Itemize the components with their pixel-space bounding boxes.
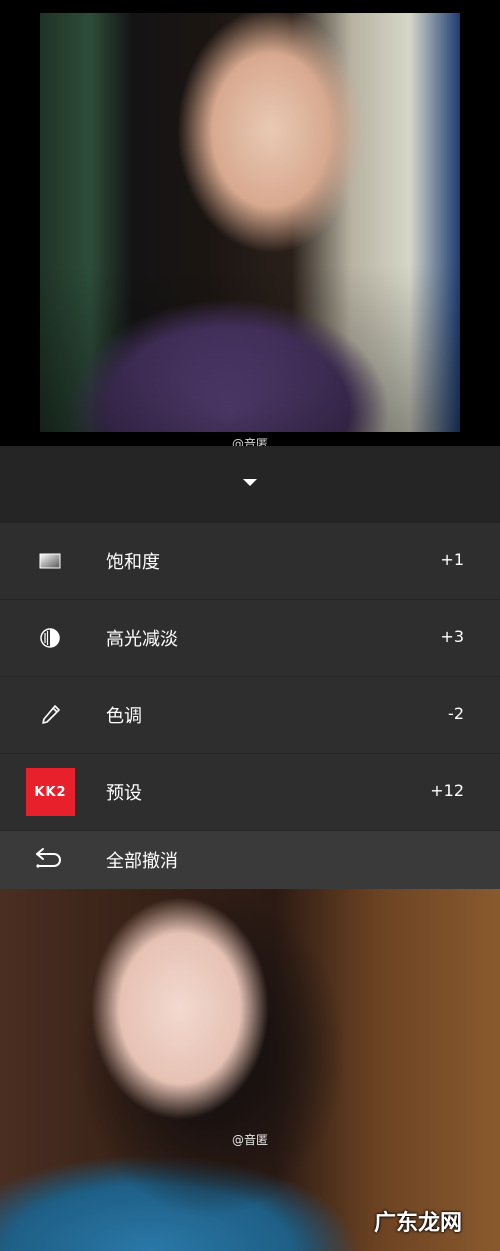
adjustment-value: +1: [440, 550, 464, 569]
adjustment-row-tone[interactable]: 色调 -2: [0, 677, 500, 754]
undo-all-label: 全部撤消: [106, 851, 178, 872]
photo-watermark: @音匿: [231, 1133, 268, 1147]
preset-icon: KK2: [26, 768, 75, 816]
adjustment-label: 高光减淡: [106, 629, 178, 650]
adjustment-label: 色调: [106, 706, 142, 727]
adjustment-value: +3: [440, 627, 464, 646]
adjustment-row-preset[interactable]: 预设 +12: [0, 754, 500, 831]
adjustment-row-saturation[interactable]: 饱和度 +1: [0, 523, 500, 600]
adjustment-label: 饱和度: [106, 552, 160, 573]
adjustment-value: +12: [430, 781, 464, 800]
top-photo-frame: [0, 0, 500, 446]
adjustment-label: 预设: [106, 783, 142, 804]
site-logo: 广东龙网: [373, 1211, 462, 1236]
undo-icon: [34, 846, 64, 874]
undo-all-row[interactable]: 全部撤消: [0, 831, 500, 889]
saturation-icon: [36, 549, 64, 573]
top-photo: [40, 13, 460, 432]
adjustment-value: -2: [448, 704, 464, 723]
collapse-caret-icon[interactable]: [243, 479, 257, 486]
highlight-fade-icon: [36, 626, 64, 650]
adjustments-list: 饱和度 +1 高光减淡 +3 色调 -2 预设 +12: [0, 523, 500, 831]
bottom-photo: [0, 889, 500, 1251]
adjustment-row-highlight-fade[interactable]: 高光减淡 +3: [0, 600, 500, 677]
tone-pen-icon: [36, 703, 64, 727]
